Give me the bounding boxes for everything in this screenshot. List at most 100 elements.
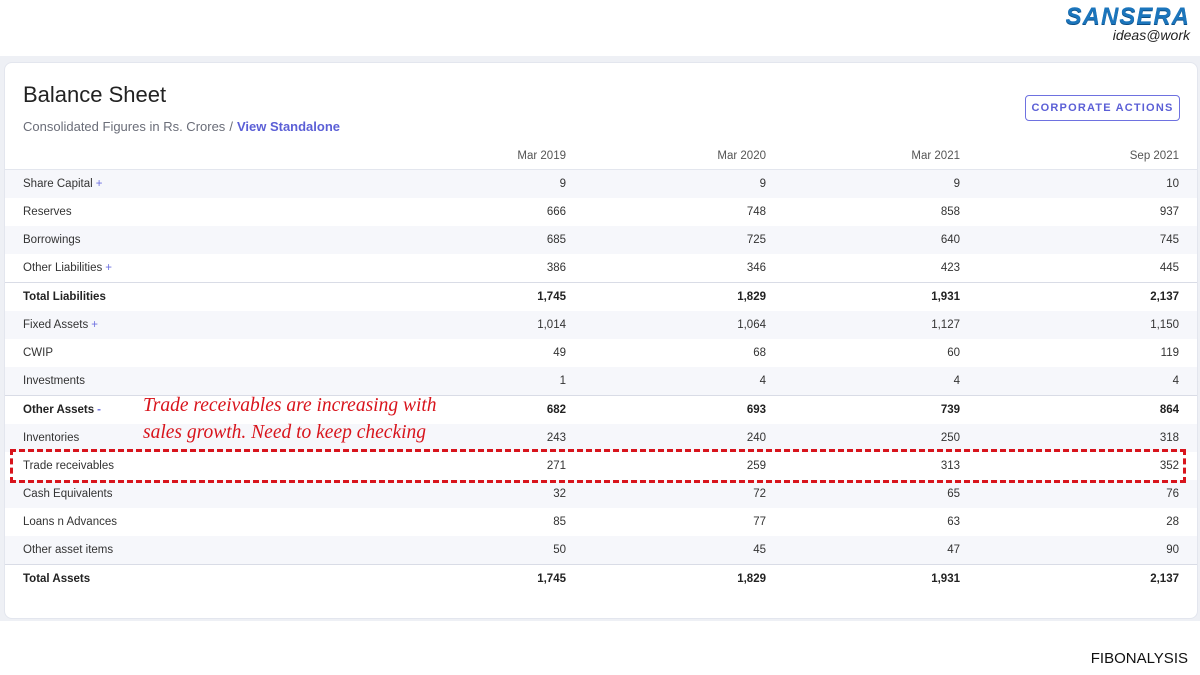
cell: 1,064 — [566, 311, 766, 339]
cell: 240 — [566, 424, 766, 452]
footer-watermark: FIBONALYSIS — [1090, 650, 1188, 667]
row-label: Loans n Advances — [23, 516, 117, 528]
trade-receivables-highlight-box — [10, 449, 1186, 483]
cell: 28 — [1166, 516, 1179, 528]
table-row-loans-n-advances: Loans n Advances 85 77 63 28 — [5, 508, 1197, 536]
cell: 90 — [960, 536, 1197, 565]
column-header: Mar 2019 — [388, 143, 566, 170]
cell: 2,137 — [960, 282, 1197, 311]
cell: 9 — [766, 169, 960, 198]
cell: 748 — [746, 206, 766, 218]
cell: 693 — [566, 395, 766, 424]
cell: 386 — [546, 262, 566, 274]
cell: 1,745 — [388, 564, 566, 593]
row-label: Total Assets — [5, 564, 388, 593]
page-title: Balance Sheet — [23, 82, 167, 107]
cell: 864 — [960, 395, 1197, 424]
cell: 745 — [960, 226, 1197, 254]
cell: 4 — [766, 367, 960, 396]
cell: 10 — [960, 169, 1197, 198]
cell: 47 — [766, 536, 960, 565]
cell: 4 — [566, 367, 766, 396]
balance-sheet-card: Balance Sheet Consolidated Figures in Rs… — [4, 62, 1198, 619]
cell: 119 — [1160, 347, 1179, 359]
top-band — [0, 0, 1200, 56]
cell: 858 — [940, 206, 960, 218]
cell: 9 — [566, 169, 766, 198]
table-row-total-liabilities: Total Liabilities 1,745 1,829 1,931 2,13… — [5, 282, 1197, 311]
cell: 68 — [753, 347, 766, 359]
cell: 346 — [746, 262, 766, 274]
table-row-other-asset-items: Other asset items 50 45 47 90 — [5, 536, 1197, 565]
table-row-cwip: CWIP 49 68 60 119 — [5, 339, 1197, 367]
column-header: Mar 2021 — [766, 143, 960, 170]
cell: 685 — [388, 226, 566, 254]
column-header: Mar 2020 — [566, 143, 766, 170]
cell: 60 — [947, 347, 960, 359]
cell: 4 — [960, 367, 1197, 396]
row-label: Other Liabilities + — [23, 262, 112, 274]
view-standalone-link[interactable]: View Standalone — [237, 119, 340, 134]
table-row-fixed-assets[interactable]: Fixed Assets + 1,014 1,064 1,127 1,150 — [5, 311, 1197, 339]
cell: 1,150 — [960, 311, 1197, 339]
row-label: CWIP — [23, 347, 54, 359]
cell: 739 — [766, 395, 960, 424]
logo-wordmark: SANSERA — [1065, 3, 1190, 30]
cell: 72 — [566, 480, 766, 508]
cell: 1,745 — [388, 282, 566, 311]
header-label-cell — [5, 143, 388, 170]
cell: 1,829 — [566, 282, 766, 311]
expand-plus-icon[interactable]: + — [91, 319, 98, 331]
subtitle: Consolidated Figures in Rs. Crores / View … — [23, 119, 340, 134]
row-label: Other asset items — [5, 536, 388, 565]
row-label: Fixed Assets + — [5, 311, 388, 339]
cell: 77 — [753, 516, 766, 528]
cell: 666 — [546, 206, 566, 218]
collapse-minus-icon[interactable]: - — [97, 404, 101, 416]
expand-plus-icon[interactable]: + — [105, 262, 112, 274]
table-row-share-capital[interactable]: Share Capital + 9 9 9 10 — [5, 169, 1197, 198]
table-row-other-liabilities[interactable]: Other Liabilities + 386 346 423 445 — [5, 254, 1197, 283]
cell: 937 — [1159, 206, 1179, 218]
sansera-logo: SANSERA ideas@work — [1066, 5, 1190, 43]
subtitle-text: Consolidated Figures in Rs. Crores — [23, 119, 226, 134]
cell: 65 — [766, 480, 960, 508]
cell: 1,931 — [766, 564, 960, 593]
cell: 318 — [960, 424, 1197, 452]
cell: 76 — [960, 480, 1197, 508]
row-label: Share Capital + — [5, 169, 388, 198]
row-label: Reserves — [23, 206, 72, 218]
annotation-line-1: Trade receivables are increasing with — [143, 395, 437, 416]
cell: 1,829 — [566, 564, 766, 593]
cell: 445 — [1159, 262, 1179, 274]
row-label: Total Liabilities — [5, 282, 388, 311]
expand-plus-icon[interactable]: + — [96, 178, 103, 190]
cell: 1,127 — [766, 311, 960, 339]
table-row-cash-equivalents: Cash Equivalents 32 72 65 76 — [5, 480, 1197, 508]
corporate-actions-button[interactable]: CORPORATE ACTIONS — [1025, 95, 1180, 121]
subtitle-separator: / — [229, 119, 233, 134]
cell: 45 — [566, 536, 766, 565]
row-label: Borrowings — [5, 226, 388, 254]
cell: 725 — [566, 226, 766, 254]
column-header: Sep 2021 — [960, 143, 1197, 170]
cell: 1,014 — [388, 311, 566, 339]
annotation-line-2: sales growth. Need to keep checking — [143, 422, 427, 443]
logo-tagline: ideas@work — [1112, 27, 1190, 43]
table-row-reserves: Reserves 666 748 858 937 — [5, 198, 1197, 226]
cell: 85 — [553, 516, 566, 528]
cell: 1,931 — [766, 282, 960, 311]
balance-sheet-table: Mar 2019 Mar 2020 Mar 2021 Sep 2021 Shar… — [5, 143, 1197, 593]
cell: 50 — [388, 536, 566, 565]
cell: 640 — [766, 226, 960, 254]
cell: 9 — [388, 169, 566, 198]
cell: 250 — [766, 424, 960, 452]
cell: 63 — [947, 516, 960, 528]
table-header-row: Mar 2019 Mar 2020 Mar 2021 Sep 2021 — [5, 143, 1197, 170]
table-row-total-assets: Total Assets 1,745 1,829 1,931 2,137 — [5, 564, 1197, 593]
cell: 2,137 — [960, 564, 1197, 593]
table-row-borrowings: Borrowings 685 725 640 745 — [5, 226, 1197, 254]
cell: 423 — [940, 262, 960, 274]
row-label: Cash Equivalents — [5, 480, 388, 508]
cell: 49 — [553, 347, 566, 359]
